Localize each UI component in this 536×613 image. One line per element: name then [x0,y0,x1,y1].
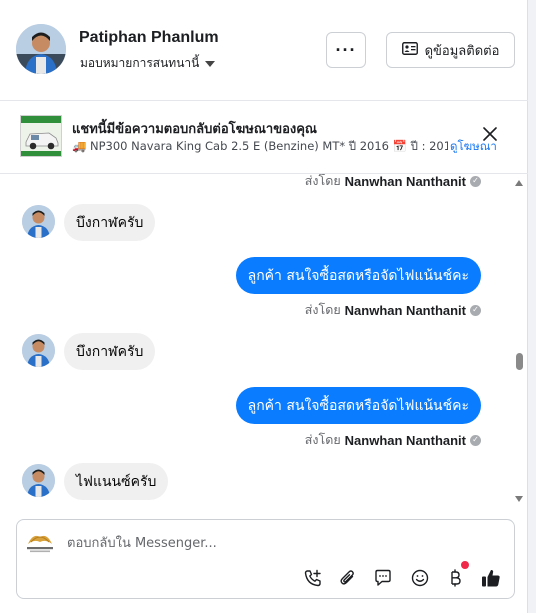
sent-check-icon: ✓ [470,175,481,187]
conversation-header: Patiphan Phanlum มอบหมายการสนทนานี้ ··· … [0,0,528,100]
outgoing-message[interactable]: ลูกค้า สนใจซื้อสดหรือจัดไฟแน้นช์คะ [235,257,481,294]
message-text: ลูกค้า สนใจซื้อสดหรือจัดไฟแน้นช์คะ [247,267,469,284]
payment-icon[interactable] [445,561,469,589]
sent-by-label: ส่งโดย Nanwhan Nanthanit ✓ [305,430,481,450]
sent-by-name: Nanwhan Nanthanit [344,174,466,189]
contact-avatar-small[interactable] [22,464,55,497]
sent-by-label: ส่งโดย Nanwhan Nanthanit ✓ [305,174,481,191]
message-text: ลูกค้า สนใจซื้อสดหรือจัดไฟแน้นช์คะ [247,397,469,414]
contact-card-icon [401,41,418,59]
incoming-message[interactable]: บึงกาฬครับ [64,333,156,370]
ad-banner-detail: 🚚 NP300 Navara King Cab 2.5 E (Benzine) … [72,139,448,153]
ad-banner-title: แชทนี้มีข้อความตอบกลับต่อโฆษณาของคุณ [72,122,317,137]
view-contact-info-button[interactable]: ดูข้อมูลติดต่อ [386,32,515,68]
emoji-icon[interactable] [409,567,431,589]
reply-input[interactable] [67,533,487,553]
attachment-icon[interactable] [337,567,359,589]
sent-check-icon: ✓ [470,304,481,316]
sent-by-name: Nanwhan Nanthanit [344,302,466,318]
call-add-icon[interactable] [302,567,324,589]
sent-check-icon: ✓ [470,434,481,446]
more-options-label: ··· [335,39,357,60]
sent-by-name: Nanwhan Nanthanit [344,432,466,448]
message-text: ไฟแนนซ์ครับ [76,473,157,490]
view-contact-info-label: ดูข้อมูลติดต่อ [424,43,500,59]
notification-dot [461,561,469,569]
scrollbar-thumb[interactable] [516,353,523,370]
sent-by-prefix: ส่งโดย [304,432,341,447]
ad-thumbnail[interactable] [20,115,62,157]
outgoing-message[interactable]: ลูกค้า สนใจซื้อสดหรือจัดไฟแน้นช์คะ [235,387,481,424]
page-logo [25,530,55,554]
message-list[interactable]: ส่งโดย Nanwhan Nanthanit ✓ บึงกาฬครับ ลู… [0,174,510,508]
chevron-down-icon [205,61,216,67]
more-options-button[interactable]: ··· [326,32,366,68]
sent-by-prefix: ส่งโดย [304,302,341,317]
message-text: บึงกาฬครับ [76,343,144,360]
scroll-down-arrow-icon[interactable] [515,496,523,502]
incoming-message[interactable]: บึงกาฬครับ [64,204,156,241]
assign-conversation-dropdown[interactable]: มอบหมายการสนทนานี้ [80,54,216,73]
message-text: บึงกาฬครับ [76,214,144,231]
window-edge [528,0,536,613]
contact-avatar-small[interactable] [22,205,55,238]
incoming-message[interactable]: ไฟแนนซ์ครับ [64,463,169,500]
sent-by-prefix: ส่งโดย [304,174,341,188]
sent-by-label: ส่งโดย Nanwhan Nanthanit ✓ [305,300,481,320]
assign-label: มอบหมายการสนทนานี้ [80,56,200,70]
close-icon[interactable] [480,124,500,144]
contact-name[interactable]: Patiphan Phanlum [79,29,219,47]
message-scrollbar[interactable] [511,174,527,508]
contact-avatar-small[interactable] [22,334,55,367]
chat-panel: Patiphan Phanlum มอบหมายการสนทนานี้ ··· … [0,0,528,613]
scroll-up-arrow-icon[interactable] [515,180,523,186]
message-composer [16,519,515,599]
contact-avatar[interactable] [16,24,66,74]
like-icon[interactable] [480,567,502,589]
saved-reply-icon[interactable] [372,567,394,589]
